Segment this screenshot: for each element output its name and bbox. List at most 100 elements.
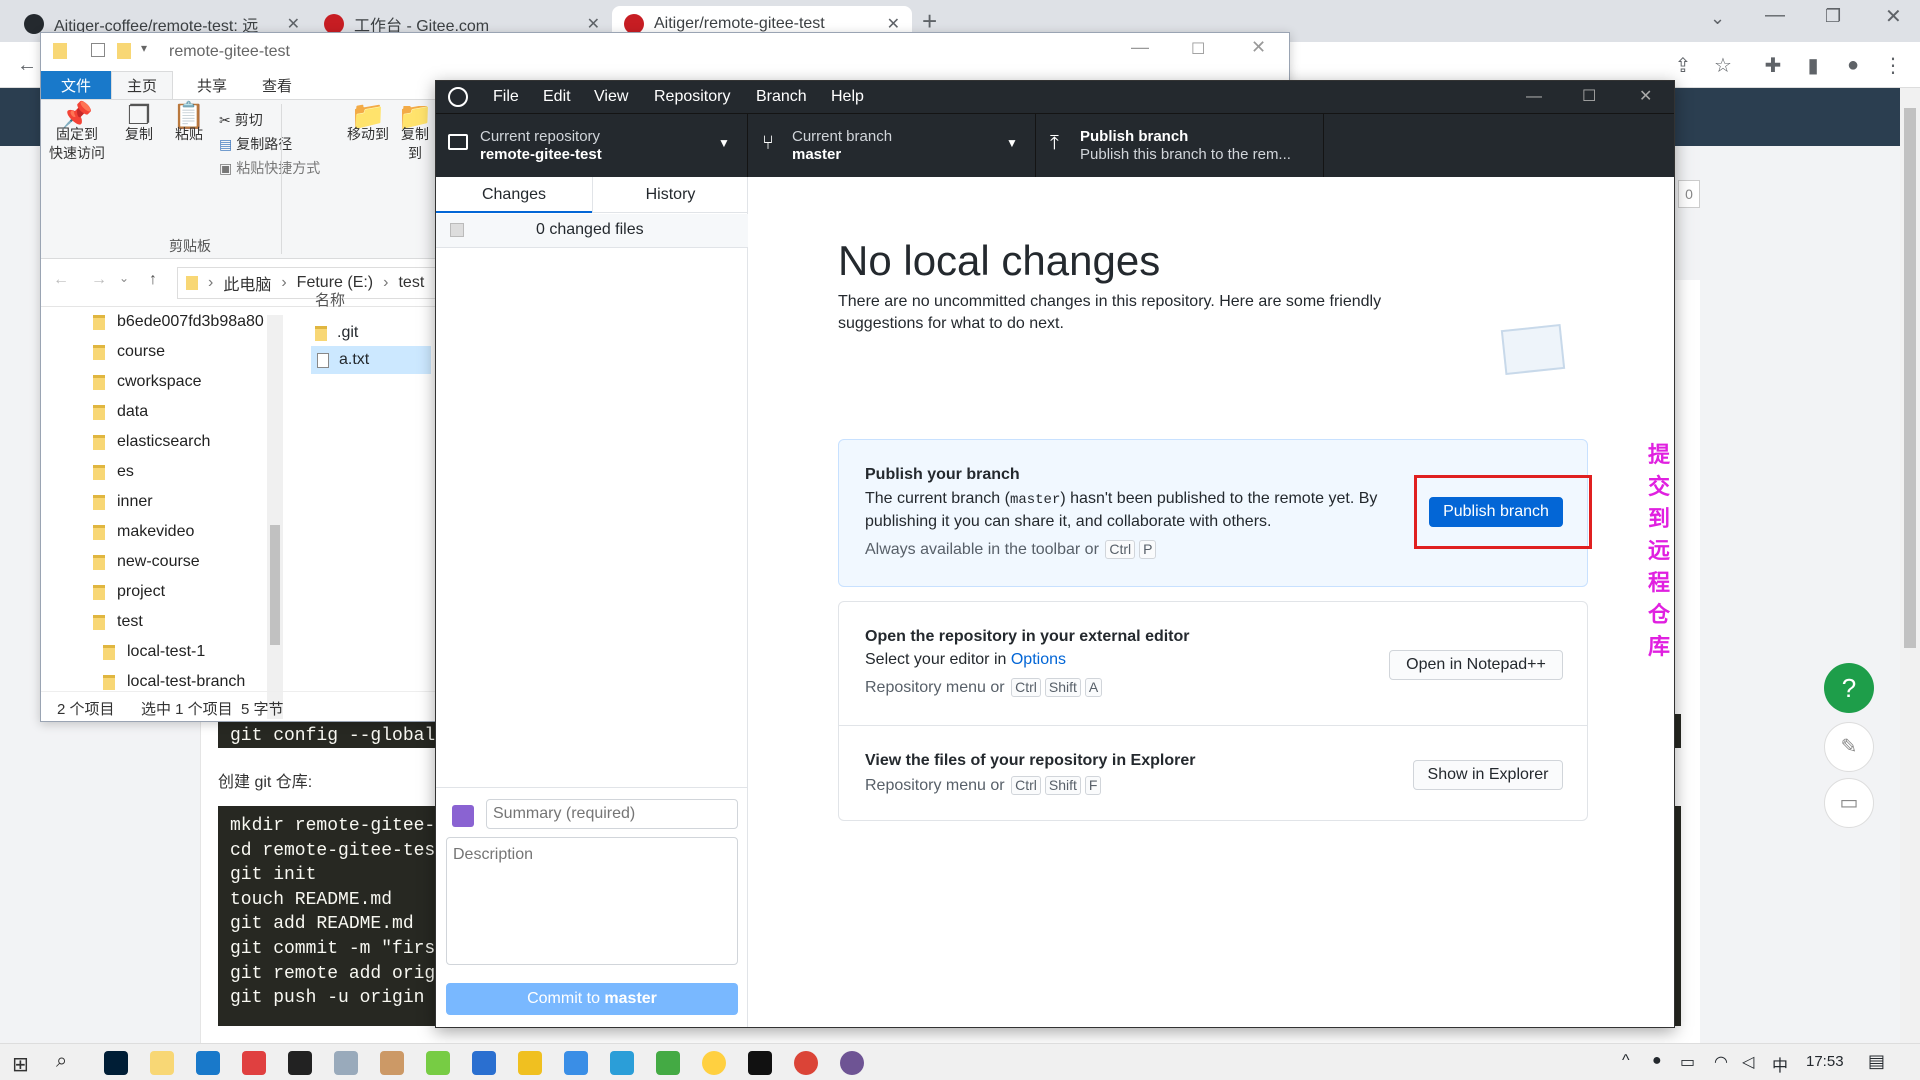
tray-chevron-icon[interactable]: ^ bbox=[1622, 1052, 1630, 1070]
app-icon[interactable] bbox=[196, 1051, 220, 1075]
tab-history[interactable]: History bbox=[592, 177, 748, 213]
minimize-icon[interactable]: — bbox=[1526, 81, 1542, 113]
app-icon[interactable] bbox=[564, 1051, 588, 1075]
tree-item[interactable]: inner bbox=[41, 487, 153, 517]
tab-changes[interactable]: Changes bbox=[436, 177, 592, 213]
publish-branch-toolbar-button[interactable]: ⤒ Publish branch Publish this branch to … bbox=[1036, 114, 1324, 178]
help-button[interactable]: ? bbox=[1824, 663, 1874, 713]
photoshop-icon[interactable] bbox=[104, 1051, 128, 1075]
ribbon-tab-home[interactable]: 主页 bbox=[111, 71, 173, 99]
close-tab-icon[interactable]: ✕ bbox=[887, 14, 900, 34]
tree-item[interactable]: b6ede007fd3b98a80 bbox=[41, 307, 264, 337]
ime-indicator[interactable]: 中 bbox=[1772, 1052, 1788, 1076]
notification-icon[interactable]: ▤ bbox=[1868, 1051, 1885, 1072]
close-icon[interactable]: ✕ bbox=[1251, 37, 1266, 58]
search-icon[interactable]: ⌕ bbox=[56, 1050, 67, 1073]
tree-item[interactable]: course bbox=[41, 337, 165, 367]
summary-input[interactable] bbox=[486, 799, 738, 829]
extensions-icon[interactable]: ✚ bbox=[1760, 52, 1786, 78]
select-all-checkbox[interactable] bbox=[450, 223, 464, 237]
profile-icon[interactable]: ● bbox=[1840, 52, 1866, 78]
microphone-icon[interactable]: ● bbox=[1652, 1052, 1662, 1070]
app-icon[interactable] bbox=[242, 1051, 266, 1075]
ribbon-tab-file[interactable]: 文件 bbox=[41, 71, 111, 99]
restore-browser-icon[interactable]: ❐ bbox=[1825, 6, 1841, 27]
menu-view[interactable]: View bbox=[594, 81, 628, 113]
app-icon[interactable] bbox=[610, 1051, 634, 1075]
tree-item[interactable]: elasticsearch bbox=[41, 427, 210, 457]
ribbon-tab-view[interactable]: 查看 bbox=[246, 71, 308, 99]
app-icon[interactable] bbox=[288, 1051, 312, 1075]
options-link[interactable]: Options bbox=[1011, 651, 1066, 668]
close-browser-icon[interactable]: ✕ bbox=[1885, 4, 1902, 29]
app-icon[interactable] bbox=[702, 1051, 726, 1075]
move-to-button[interactable]: 📁 移动到 bbox=[345, 102, 391, 144]
bookmark-star-icon[interactable]: ☆ bbox=[1710, 52, 1736, 78]
copy-to-button[interactable]: 📁 复制到 bbox=[395, 106, 435, 163]
current-repository-button[interactable]: Current repository remote-gitee-test ▼ bbox=[436, 114, 748, 178]
tree-item[interactable]: data bbox=[41, 397, 148, 427]
cut-button[interactable]: ✂ 剪切 bbox=[219, 110, 263, 130]
maximize-icon[interactable]: ☐ bbox=[1582, 81, 1596, 113]
breadcrumb-item[interactable]: test bbox=[398, 274, 424, 292]
file-explorer-icon[interactable] bbox=[150, 1051, 174, 1075]
quick-access-dropdown-icon[interactable]: ▾ bbox=[141, 41, 147, 55]
app-icon[interactable] bbox=[334, 1051, 358, 1075]
tree-item[interactable]: local-test-branch bbox=[41, 667, 245, 691]
tree-item[interactable]: cworkspace bbox=[41, 367, 201, 397]
copy-button[interactable]: ❐ 复制 bbox=[119, 102, 159, 144]
minimize-browser-icon[interactable]: — bbox=[1765, 4, 1785, 27]
pin-quick-access-button[interactable]: 📌 固定到 快速访问 bbox=[47, 102, 107, 163]
close-icon[interactable]: ✕ bbox=[1639, 81, 1652, 113]
share-icon[interactable]: ⇪ bbox=[1670, 52, 1696, 78]
current-branch-button[interactable]: ⑂ Current branch master ▼ bbox=[748, 114, 1036, 178]
app-icon[interactable] bbox=[380, 1051, 404, 1075]
menu-help[interactable]: Help bbox=[831, 81, 864, 113]
recent-dropdown-icon[interactable]: ⌄ bbox=[119, 271, 129, 285]
tree-scrollbar[interactable] bbox=[267, 315, 283, 719]
app-icon[interactable] bbox=[656, 1051, 680, 1075]
forward-icon[interactable]: → bbox=[91, 271, 107, 289]
column-header-name[interactable]: 名称 bbox=[315, 289, 345, 310]
close-tab-icon[interactable]: ✕ bbox=[587, 14, 600, 34]
paste-button[interactable]: 📋 粘贴 bbox=[169, 102, 209, 144]
description-input[interactable] bbox=[446, 837, 738, 965]
volume-icon[interactable]: ◁ bbox=[1742, 1052, 1754, 1072]
show-in-explorer-button[interactable]: Show in Explorer bbox=[1413, 760, 1563, 790]
tree-item[interactable]: new-course bbox=[41, 547, 200, 577]
breadcrumb-item[interactable]: 此电脑 bbox=[223, 271, 271, 295]
menu-edit[interactable]: Edit bbox=[543, 81, 571, 113]
new-folder-icon[interactable] bbox=[117, 43, 131, 59]
paste-shortcut-button[interactable]: ▣ 粘贴快捷方式 bbox=[219, 158, 320, 178]
file-item-selected[interactable]: a.txt bbox=[311, 346, 431, 374]
tree-item[interactable]: test bbox=[41, 607, 143, 637]
edit-icon[interactable]: ✎ bbox=[1824, 722, 1874, 772]
wifi-icon[interactable]: ◠ bbox=[1714, 1052, 1728, 1072]
up-icon[interactable]: ↑ bbox=[149, 271, 157, 289]
chrome-icon[interactable] bbox=[794, 1051, 818, 1075]
intellij-icon[interactable] bbox=[748, 1051, 772, 1075]
battery-icon[interactable]: ▭ bbox=[1680, 1052, 1695, 1072]
file-item[interactable]: .git bbox=[315, 319, 358, 347]
github-desktop-icon[interactable] bbox=[840, 1051, 864, 1075]
chat-icon[interactable]: ▭ bbox=[1824, 778, 1874, 828]
back-icon[interactable]: ← bbox=[14, 52, 40, 78]
app-icon[interactable] bbox=[472, 1051, 496, 1075]
app-icon[interactable] bbox=[518, 1051, 542, 1075]
tab-search-icon[interactable]: ⌄ bbox=[1710, 8, 1725, 29]
tree-item[interactable]: local-test-1 bbox=[41, 637, 205, 667]
page-scrollbar[interactable] bbox=[1900, 88, 1920, 1043]
tree-item[interactable]: project bbox=[41, 577, 165, 607]
close-tab-icon[interactable]: ✕ bbox=[287, 14, 300, 34]
tree-item[interactable]: es bbox=[41, 457, 134, 487]
maximize-icon[interactable]: ☐ bbox=[1191, 39, 1205, 59]
properties-icon[interactable] bbox=[91, 43, 105, 57]
tree-item[interactable]: makevideo bbox=[41, 517, 194, 547]
open-in-editor-button[interactable]: Open in Notepad++ bbox=[1389, 650, 1563, 680]
clock[interactable]: 17:53 bbox=[1806, 1053, 1844, 1070]
ribbon-tab-share[interactable]: 共享 bbox=[181, 71, 243, 99]
menu-branch[interactable]: Branch bbox=[756, 81, 807, 113]
notepad-plus-icon[interactable] bbox=[426, 1051, 450, 1075]
side-panel-icon[interactable]: ▮ bbox=[1800, 52, 1826, 78]
menu-file[interactable]: File bbox=[493, 81, 519, 113]
